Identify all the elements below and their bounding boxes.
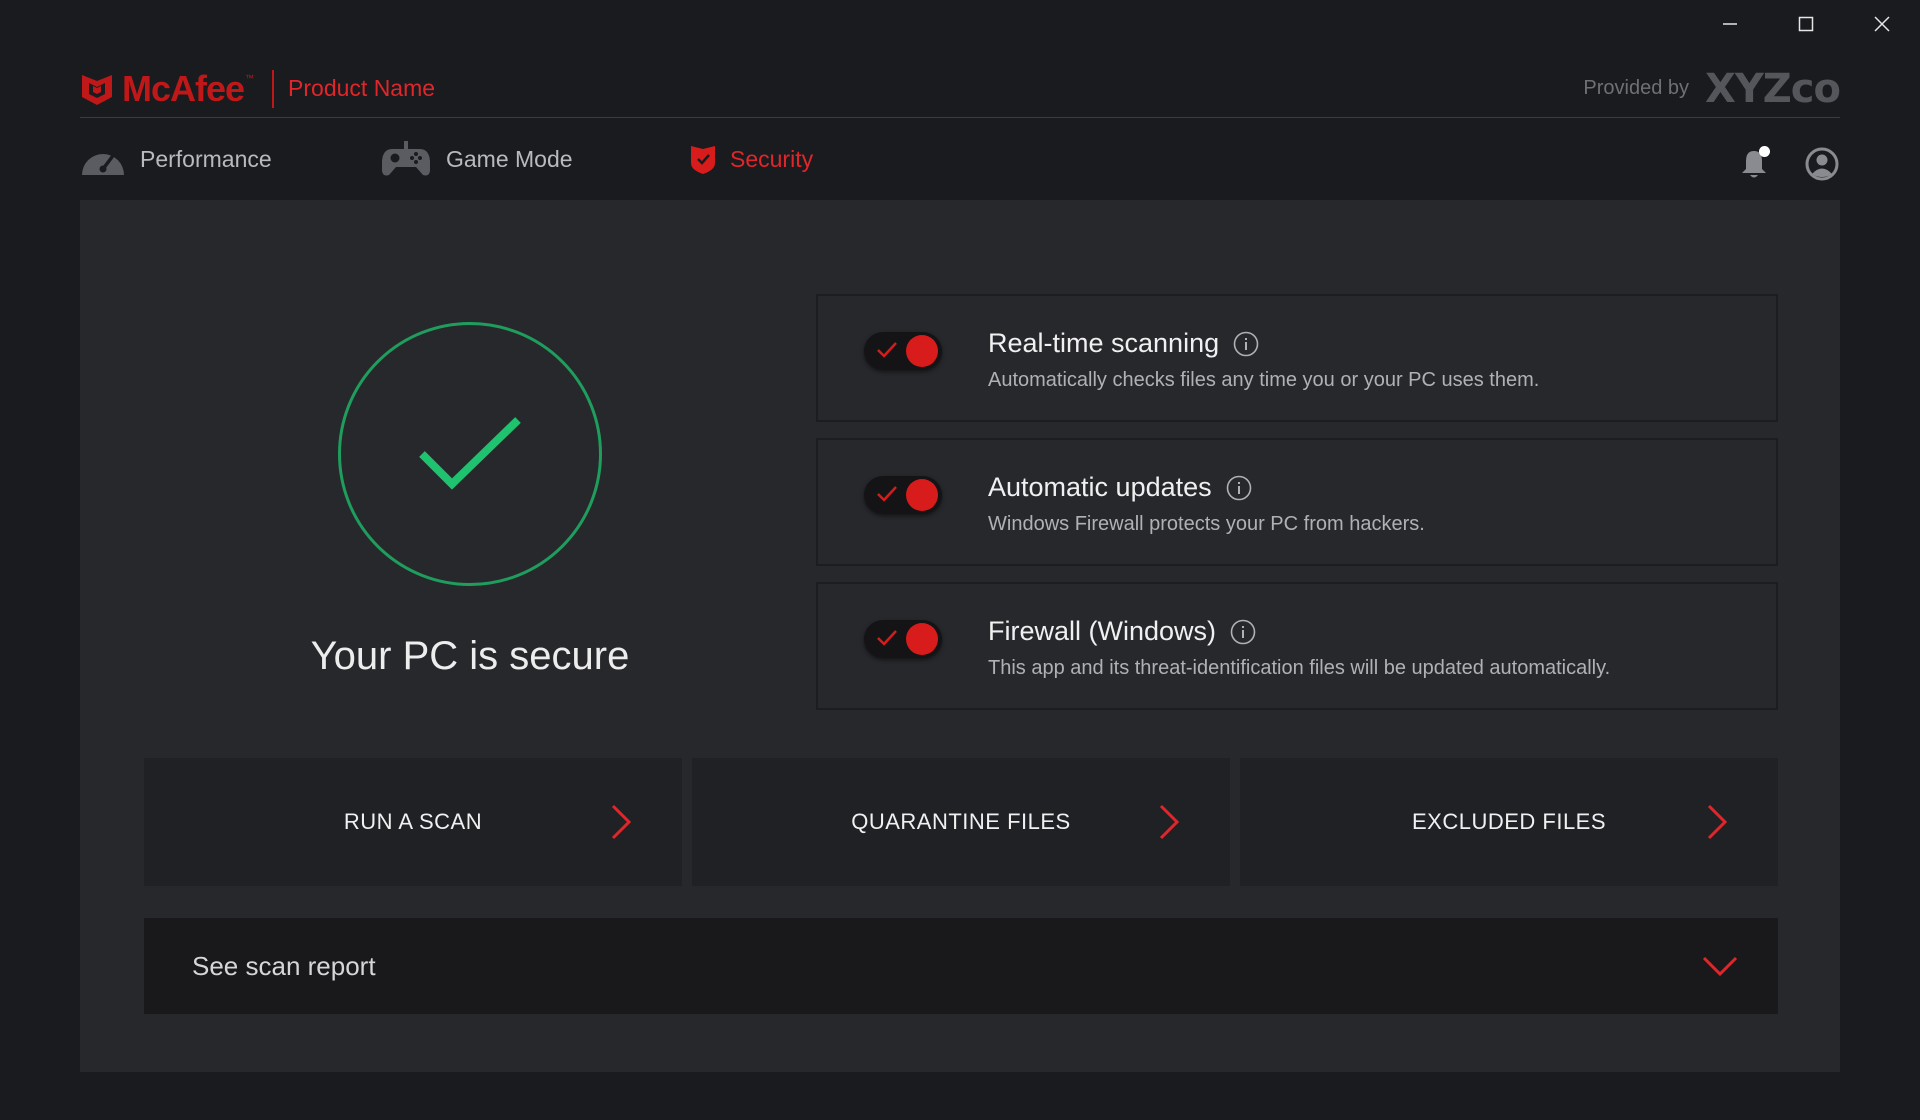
info-icon[interactable] — [1226, 475, 1252, 501]
check-icon — [877, 630, 897, 646]
scan-report-expander[interactable]: See scan report — [144, 918, 1778, 1014]
feature-text: Firewall (Windows) This app and its thre… — [988, 616, 1610, 680]
main-nav: Performance Game Mode Security — [80, 134, 813, 184]
status-text: Your PC is secure — [310, 634, 630, 678]
close-button[interactable] — [1844, 0, 1920, 48]
scan-report-label: See scan report — [192, 950, 376, 981]
action-label: RUN A SCAN — [343, 809, 483, 834]
feature-text: Automatic updates Windows Firewall prote… — [988, 472, 1425, 536]
action-buttons: RUN A SCAN QUARANTINE FILES EXCLUDED FIL… — [144, 758, 1778, 886]
speedometer-icon — [80, 141, 126, 177]
action-label: QUARANTINE FILES — [851, 809, 1071, 834]
feature-list: Real-time scanning Automatically checks … — [816, 294, 1778, 726]
user-circle-icon — [1805, 147, 1839, 181]
feature-title: Real-time scanning — [988, 328, 1220, 358]
chevron-right-icon — [1707, 804, 1728, 840]
feature-text: Real-time scanning Automatically checks … — [988, 328, 1539, 392]
tab-security-label: Security — [730, 145, 814, 172]
brand-divider — [272, 69, 275, 108]
partner-logo: XYZco — [1705, 65, 1841, 112]
feature-title: Automatic updates — [988, 472, 1212, 502]
feature-title-row: Real-time scanning — [988, 328, 1539, 359]
run-scan-button[interactable]: RUN A SCAN — [144, 758, 682, 886]
maximize-button[interactable] — [1768, 0, 1844, 48]
action-label: EXCLUDED FILES — [1411, 809, 1607, 834]
app-header: McAfee ™ Product Name Provided by XYZco — [80, 60, 1841, 118]
info-icon[interactable] — [1230, 619, 1256, 645]
firewall-toggle[interactable] — [864, 620, 942, 658]
check-icon — [877, 342, 897, 358]
quarantine-files-button[interactable]: QUARANTINE FILES — [692, 758, 1230, 886]
chevron-right-icon — [1159, 804, 1180, 840]
tab-security[interactable]: Security — [690, 134, 813, 184]
checkmark-icon — [419, 417, 521, 490]
security-status: Your PC is secure — [280, 322, 660, 679]
brand: McAfee ™ Product Name — [80, 67, 435, 111]
brand-trademark: ™ — [245, 72, 255, 83]
tab-performance[interactable]: Performance — [80, 134, 380, 184]
excluded-files-button[interactable]: EXCLUDED FILES — [1240, 758, 1778, 886]
feature-real-time-scanning: Real-time scanning Automatically checks … — [816, 294, 1778, 422]
feature-description: Windows Firewall protects your PC from h… — [988, 513, 1425, 535]
real-time-scanning-toggle[interactable] — [864, 332, 942, 370]
toggle-knob — [906, 479, 938, 511]
account-button[interactable] — [1802, 144, 1842, 184]
tab-game-mode-label: Game Mode — [446, 145, 573, 172]
notifications-button[interactable] — [1734, 144, 1774, 184]
feature-title-row: Firewall (Windows) — [988, 616, 1610, 647]
feature-automatic-updates: Automatic updates Windows Firewall prote… — [816, 438, 1778, 566]
gamepad-icon — [380, 139, 432, 179]
toggle-knob — [906, 335, 938, 367]
info-icon[interactable] — [1233, 331, 1259, 357]
check-icon — [877, 486, 897, 502]
minimize-icon — [1723, 23, 1737, 25]
maximize-icon — [1798, 16, 1814, 32]
tab-performance-label: Performance — [140, 145, 272, 172]
shield-check-icon — [690, 143, 716, 175]
top-right-icons — [1734, 144, 1842, 184]
chevron-down-icon — [1702, 956, 1738, 977]
minimize-button[interactable] — [1692, 0, 1768, 48]
security-panel: Your PC is secure Real-time scanning Aut… — [80, 200, 1840, 1072]
window-controls — [1692, 0, 1920, 48]
feature-title: Firewall (Windows) — [988, 616, 1217, 646]
brand-name: McAfee — [122, 67, 245, 109]
feature-title-row: Automatic updates — [988, 472, 1425, 503]
tab-game-mode[interactable]: Game Mode — [380, 134, 690, 184]
chevron-right-icon — [611, 804, 632, 840]
status-circle — [338, 322, 602, 586]
automatic-updates-toggle[interactable] — [864, 476, 942, 514]
feature-description: This app and its threat-identification f… — [988, 657, 1611, 679]
close-icon — [1874, 16, 1890, 32]
feature-firewall-windows: Firewall (Windows) This app and its thre… — [816, 582, 1778, 710]
notification-dot — [1759, 146, 1770, 157]
provided-by-label: Provided by — [1583, 77, 1689, 99]
toggle-knob — [906, 623, 938, 655]
mcafee-shield-logo-icon — [82, 74, 112, 105]
product-name: Product Name — [288, 75, 436, 101]
provided-by: Provided by XYZco — [1583, 65, 1841, 112]
feature-description: Automatically checks files any time you … — [988, 369, 1540, 391]
